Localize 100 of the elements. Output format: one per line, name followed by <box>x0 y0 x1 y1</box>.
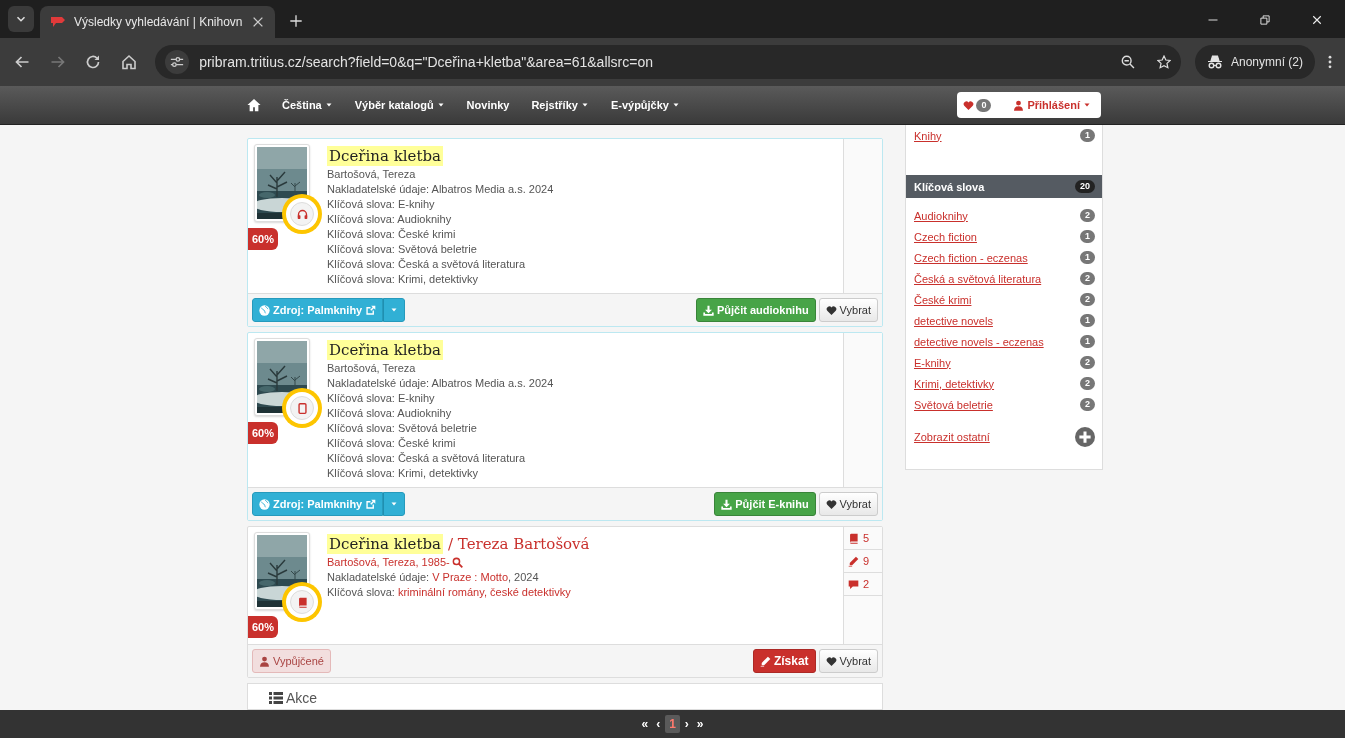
bookmark-star-icon[interactable] <box>1157 55 1171 69</box>
count-badge: 1 <box>1080 335 1095 348</box>
facet-link[interactable]: Světová beletrie <box>914 398 993 411</box>
show-more-link[interactable]: Zobrazit ostatní <box>914 431 990 443</box>
caret-icon <box>324 101 333 109</box>
user-icon <box>1013 99 1025 111</box>
borrow-button[interactable]: Půjčit audioknihu <box>695 298 816 322</box>
facet-title: Klíčová slova <box>914 180 985 193</box>
select-button[interactable]: Vybrat <box>818 492 878 516</box>
nav-menu-item[interactable]: Čeština <box>271 99 344 111</box>
borrow-button[interactable]: Půjčit E-knihu <box>714 492 816 516</box>
external-link-icon <box>365 304 377 316</box>
count-badge: 1 <box>1080 230 1095 243</box>
detail-line: Klíčová slova: E-knihy <box>327 391 436 406</box>
borrowed-button[interactable]: Vypůjčené <box>252 649 331 673</box>
acquire-button[interactable]: Získat <box>752 649 816 673</box>
pencil-icon <box>759 655 771 667</box>
stat-link[interactable]: 9 <box>844 550 882 573</box>
count-badge: 2 <box>1080 209 1095 222</box>
headphones-icon <box>296 208 308 220</box>
facet-link[interactable]: Czech fiction <box>914 230 977 243</box>
detail-line: Klíčová slova: kriminální romány, české detektivky <box>327 585 572 600</box>
restore-icon[interactable] <box>1259 14 1271 26</box>
section-title: Akce <box>286 690 318 706</box>
profile-button[interactable]: Anonymní (2) <box>1195 45 1315 79</box>
detail-line: Klíčová slova: Světová beletrie <box>327 421 478 436</box>
dropdown-toggle[interactable] <box>383 298 406 322</box>
record-title[interactable]: Dceřina kletba <box>327 146 443 166</box>
detail-line: Klíčová slova: E-knihy <box>327 197 436 212</box>
record-title[interactable]: Dceřina kletba <box>327 340 443 360</box>
globe-icon <box>259 498 270 510</box>
detail-line: Klíčová slova: České krimi <box>327 227 457 242</box>
count-badge: 20 <box>1075 180 1095 193</box>
facet-link[interactable]: detective novels <box>914 314 993 327</box>
nav-menu-item[interactable]: Výběr katalogů <box>343 99 456 111</box>
close-icon[interactable] <box>1311 14 1323 26</box>
incognito-icon <box>1207 54 1223 70</box>
count-badge: 2 <box>1080 293 1095 306</box>
heart-icon <box>963 99 975 111</box>
search-icon[interactable] <box>451 557 463 568</box>
stat-link[interactable]: 2 <box>844 573 882 596</box>
stat-link[interactable]: 5 <box>844 527 882 550</box>
facet-link[interactable]: Audioknihy <box>914 209 968 222</box>
detail-link[interactable]: kriminální romány, české detektivky <box>397 586 571 598</box>
detail-line: Klíčová slova: Audioknihy <box>327 212 453 227</box>
count-badge: 2 <box>1080 398 1095 411</box>
page-link[interactable]: ‹ <box>653 715 664 733</box>
nav-menu-item[interactable]: E-výpůjčky <box>599 99 691 111</box>
home-icon[interactable] <box>247 98 261 112</box>
back-icon[interactable] <box>13 54 30 70</box>
zoom-icon[interactable] <box>1121 55 1135 69</box>
facet-link[interactable]: Krimi, detektivky <box>914 377 995 390</box>
download-icon <box>702 304 714 316</box>
detail-line: Nakladatelské údaje: V Praze : Motto, 2024 <box>327 570 540 585</box>
count-badge: 1 <box>1080 251 1095 264</box>
heart-icon <box>825 304 837 316</box>
record-title[interactable]: Dceřina kletba <box>327 534 443 554</box>
caret-icon <box>390 500 399 508</box>
page-link[interactable]: » <box>693 715 707 733</box>
detail-link[interactable]: V Praze : Motto <box>432 571 508 583</box>
nav-menu-item[interactable]: Rejstříky <box>520 99 600 111</box>
book-icon <box>296 596 308 608</box>
book-icon <box>848 532 859 544</box>
tablet-icon <box>296 402 308 414</box>
detail-line: Nakladatelské údaje: Albatros Media a.s. 2024 <box>327 376 554 391</box>
dropdown-toggle[interactable] <box>383 492 406 516</box>
address-bar[interactable]: pribram.tritius.cz/search?field=0&q="Dceřina+kletba"&area=61&allsrc=on <box>155 45 1181 79</box>
facet-link[interactable]: Knihy <box>914 129 942 142</box>
page-link[interactable]: › <box>681 715 692 733</box>
plus-icon[interactable] <box>1075 427 1095 447</box>
facet-link[interactable]: České krimi <box>914 293 972 306</box>
reload-icon[interactable] <box>85 54 102 70</box>
facet-link[interactable]: detective novels - eczenas <box>914 335 1044 348</box>
detail-line: Klíčová slova: Krimi, detektivky <box>327 272 479 287</box>
home-icon[interactable] <box>121 54 138 70</box>
facet-link[interactable]: Česká a světová literatura <box>914 272 1042 285</box>
new-tab-icon[interactable] <box>288 14 303 28</box>
count-badge: 1 <box>1080 314 1095 327</box>
favorites-link[interactable]: 0 <box>963 98 992 112</box>
heart-icon <box>825 655 837 667</box>
facet-link[interactable]: E-knihy <box>914 356 951 369</box>
pencil-icon <box>848 555 859 567</box>
login-link[interactable]: Přihlášení <box>1013 99 1091 111</box>
tab-list-button[interactable] <box>8 6 34 32</box>
facet-link[interactable]: Czech fiction - eczenas <box>914 251 1028 264</box>
browser-tab[interactable]: Výsledky vyhledávání | Knihovn <box>40 6 275 38</box>
page-link[interactable]: « <box>638 715 652 733</box>
globe-icon <box>259 304 270 316</box>
select-button[interactable]: Vybrat <box>818 649 878 673</box>
nav-menu-item[interactable]: Novinky <box>455 99 521 111</box>
site-info-icon[interactable] <box>170 55 185 69</box>
detail-line: Klíčová slova: Audioknihy <box>327 406 453 421</box>
select-button[interactable]: Vybrat <box>818 298 878 322</box>
author-link[interactable]: Bartošová, Tereza, 1985- <box>327 555 450 570</box>
count-badge: 2 <box>1080 272 1095 285</box>
match-badge: 60% <box>248 616 279 638</box>
caret-icon <box>580 101 589 109</box>
match-badge: 60% <box>248 422 279 444</box>
caret-icon <box>672 101 680 109</box>
list-icon <box>268 690 284 706</box>
